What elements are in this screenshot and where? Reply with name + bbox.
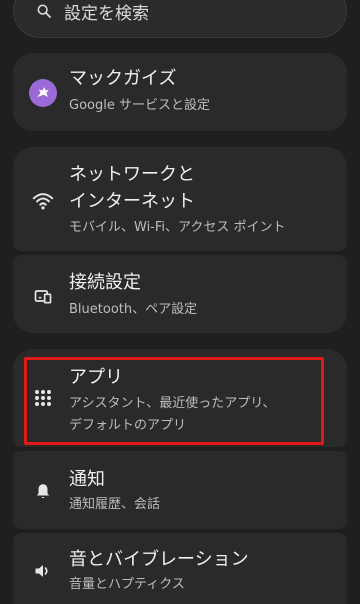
connected-devices-item[interactable]: 接続設定 Bluetooth、ペア設定 [13, 255, 347, 333]
avatar-icon [29, 79, 57, 107]
notifications-subtitle: 通知履歴、会話 [69, 497, 161, 512]
apps-grid-icon [31, 386, 55, 410]
sound-subtitle: 音量とハプティクス [69, 577, 185, 592]
notifications-item[interactable]: 通知 通知履歴、会話 [13, 451, 347, 529]
sound-title: 音とバイブレーション [69, 549, 249, 570]
bell-icon [31, 479, 55, 503]
network-title-line2: インターネット [69, 191, 195, 212]
notifications-title: 通知 [69, 469, 105, 490]
apps-item[interactable]: アプリ アシスタント、最近使ったアプリ、 デフォルトのアプリ [13, 349, 347, 447]
settings-screen: 設定を検索 マックガイズ Google サービスと設定 ネットワークと インター… [0, 0, 360, 604]
account-title: マックガイズ [69, 68, 177, 89]
account-item[interactable]: マックガイズ Google サービスと設定 [13, 53, 347, 131]
network-subtitle: モバイル、Wi-Fi、アクセス ポイント [69, 220, 286, 235]
search-icon [37, 4, 51, 18]
apps-subtitle-line1: アシスタント、最近使ったアプリ、 [69, 396, 276, 411]
avatar [29, 79, 57, 107]
search-bar[interactable]: 設定を検索 [13, 0, 347, 38]
search-placeholder: 設定を検索 [64, 3, 149, 24]
network-title-line1: ネットワークと [69, 164, 195, 185]
apps-title: アプリ [69, 367, 123, 388]
wifi-icon [31, 189, 55, 213]
connected-devices-icon [31, 284, 55, 308]
volume-icon [31, 559, 55, 583]
account-subtitle: Google サービスと設定 [69, 98, 210, 113]
connected-devices-subtitle: Bluetooth、ペア設定 [69, 302, 198, 317]
apps-subtitle-line2: デフォルトのアプリ [69, 418, 187, 433]
network-item[interactable]: ネットワークと インターネット モバイル、Wi-Fi、アクセス ポイント [13, 147, 347, 251]
sound-item[interactable]: 音とバイブレーション 音量とハプティクス [13, 533, 347, 604]
connected-devices-title: 接続設定 [69, 272, 141, 293]
